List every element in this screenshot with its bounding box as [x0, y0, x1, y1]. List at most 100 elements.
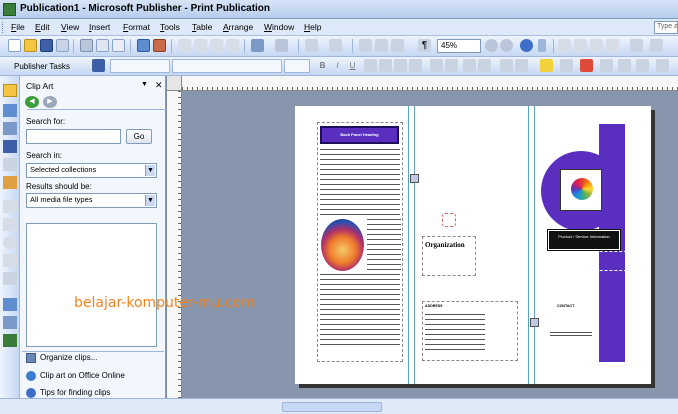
autoshapes-icon[interactable] [3, 272, 17, 285]
style-select[interactable] [110, 59, 170, 73]
go-button[interactable]: Go [126, 129, 152, 144]
decrease-indent-icon[interactable] [463, 59, 476, 72]
address-frame[interactable]: ADDRESS [422, 301, 518, 361]
shadow-style-icon[interactable] [656, 59, 669, 72]
select-pointer-icon[interactable] [3, 84, 17, 97]
table-tool-icon[interactable] [3, 122, 17, 135]
back-panel-heading[interactable]: Back Panel Heading [320, 126, 399, 144]
align-center-icon[interactable] [379, 59, 392, 72]
help-icon[interactable] [520, 39, 533, 52]
cut-icon[interactable] [178, 39, 191, 52]
menu-tools[interactable]: Tools [160, 22, 180, 32]
spelling-icon[interactable] [137, 39, 150, 52]
font-size-select[interactable] [284, 59, 310, 73]
brochure-page[interactable]: Back Panel Heading Organization ADDRESS … [295, 106, 651, 384]
align-left-icon[interactable] [364, 59, 377, 72]
chevron-down-icon[interactable]: ▼ [145, 195, 155, 206]
flip-icon[interactable] [590, 39, 603, 52]
back-arrow-icon[interactable]: ◀ [25, 96, 39, 108]
font-size-up-icon[interactable] [500, 59, 513, 72]
menu-table[interactable]: Table [192, 22, 212, 32]
redo-icon[interactable] [275, 39, 288, 52]
task-pane-menu-icon[interactable]: ▼ [141, 81, 148, 88]
clip-art-image[interactable] [321, 219, 364, 271]
menu-help[interactable]: Help [304, 22, 321, 32]
body-text-block[interactable] [320, 149, 400, 217]
new-document-icon[interactable] [8, 39, 21, 52]
publisher-tasks-button[interactable]: Publisher Tasks [4, 59, 81, 74]
menu-insert[interactable]: Insert [89, 22, 110, 32]
undo-icon[interactable] [251, 39, 264, 52]
close-icon[interactable]: ✕ [155, 80, 163, 91]
font-select[interactable] [172, 59, 282, 73]
product-service-box[interactable]: Product / Service Information [547, 229, 621, 251]
tips-link[interactable]: Tips for finding clips [40, 388, 110, 397]
horizontal-scrollbar[interactable] [182, 398, 678, 414]
color-wheel-frame[interactable] [560, 169, 602, 211]
scroll-thumb[interactable] [282, 402, 382, 412]
search-input[interactable] [26, 129, 121, 144]
numbering-icon[interactable] [430, 59, 443, 72]
menu-edit[interactable]: Edit [35, 22, 50, 32]
organization-frame[interactable]: Organization [422, 236, 476, 276]
design-gallery-icon[interactable] [3, 334, 17, 347]
text-box-icon[interactable] [3, 104, 17, 117]
align-right-icon[interactable] [394, 59, 407, 72]
wordart-icon[interactable] [3, 140, 17, 153]
chevron-down-icon[interactable]: ▼ [145, 165, 155, 176]
contact-frame[interactable]: CONTACT [550, 300, 610, 350]
underline-icon[interactable]: U [346, 59, 359, 72]
resize-handle[interactable] [410, 174, 419, 183]
increase-indent-icon[interactable] [478, 59, 491, 72]
fill-color-icon[interactable] [540, 59, 553, 72]
publisher-app-icon[interactable] [3, 3, 16, 16]
zoom-select[interactable]: 45% [437, 39, 481, 53]
send-backward-icon[interactable] [329, 39, 342, 52]
font-color-icon[interactable] [580, 59, 593, 72]
columns-icon[interactable] [391, 39, 404, 52]
copy-icon[interactable] [194, 39, 207, 52]
form-control-icon[interactable] [3, 316, 17, 329]
save-icon[interactable] [40, 39, 53, 52]
line-tool-icon[interactable] [3, 200, 17, 213]
menu-arrange[interactable]: Arrange [223, 22, 253, 32]
rectangle-tool-icon[interactable] [3, 254, 17, 267]
clip-results-area[interactable] [26, 223, 157, 347]
hyperlink-icon[interactable] [558, 39, 571, 52]
group-icon[interactable] [359, 39, 372, 52]
dash-style-icon[interactable] [618, 59, 631, 72]
arrow-tool-icon[interactable] [3, 218, 17, 231]
menu-grip[interactable] [2, 22, 5, 33]
zoom-in-icon[interactable] [500, 39, 513, 52]
justify-icon[interactable] [409, 59, 422, 72]
font-size-down-icon[interactable] [515, 59, 528, 72]
resize-handle[interactable] [530, 318, 539, 327]
menu-window[interactable]: Window [264, 22, 294, 32]
style-icon[interactable] [92, 59, 105, 72]
forward-arrow-icon[interactable]: ▶ [43, 96, 57, 108]
special-characters-icon[interactable]: ¶ [418, 39, 431, 52]
more-tools-icon[interactable] [650, 39, 663, 52]
paste-icon[interactable] [210, 39, 223, 52]
research-icon[interactable] [153, 39, 166, 52]
open-folder-icon[interactable] [24, 39, 37, 52]
line-style-icon[interactable] [600, 59, 613, 72]
zoom-out-icon[interactable] [485, 39, 498, 52]
arrow-style-icon[interactable] [636, 59, 649, 72]
bullets-icon[interactable] [445, 59, 458, 72]
vertical-ruler[interactable] [167, 91, 182, 398]
menu-view[interactable]: View [61, 22, 79, 32]
print-preview-icon[interactable] [96, 39, 109, 52]
media-type-select[interactable]: All media file types ▼ [26, 193, 157, 208]
clip-art-icon[interactable] [3, 176, 17, 189]
bring-forward-icon[interactable] [305, 39, 318, 52]
picture-frame-icon[interactable] [3, 158, 17, 171]
organize-clips-link[interactable]: Organize clips... [40, 353, 97, 362]
crop-icon[interactable] [630, 39, 643, 52]
search-icon[interactable] [56, 39, 69, 52]
hot-spot-icon[interactable] [3, 298, 17, 311]
email-icon[interactable] [112, 39, 125, 52]
clip-art-online-link[interactable]: Clip art on Office Online [40, 371, 125, 380]
align-icon[interactable] [606, 39, 619, 52]
rotate-icon[interactable] [574, 39, 587, 52]
